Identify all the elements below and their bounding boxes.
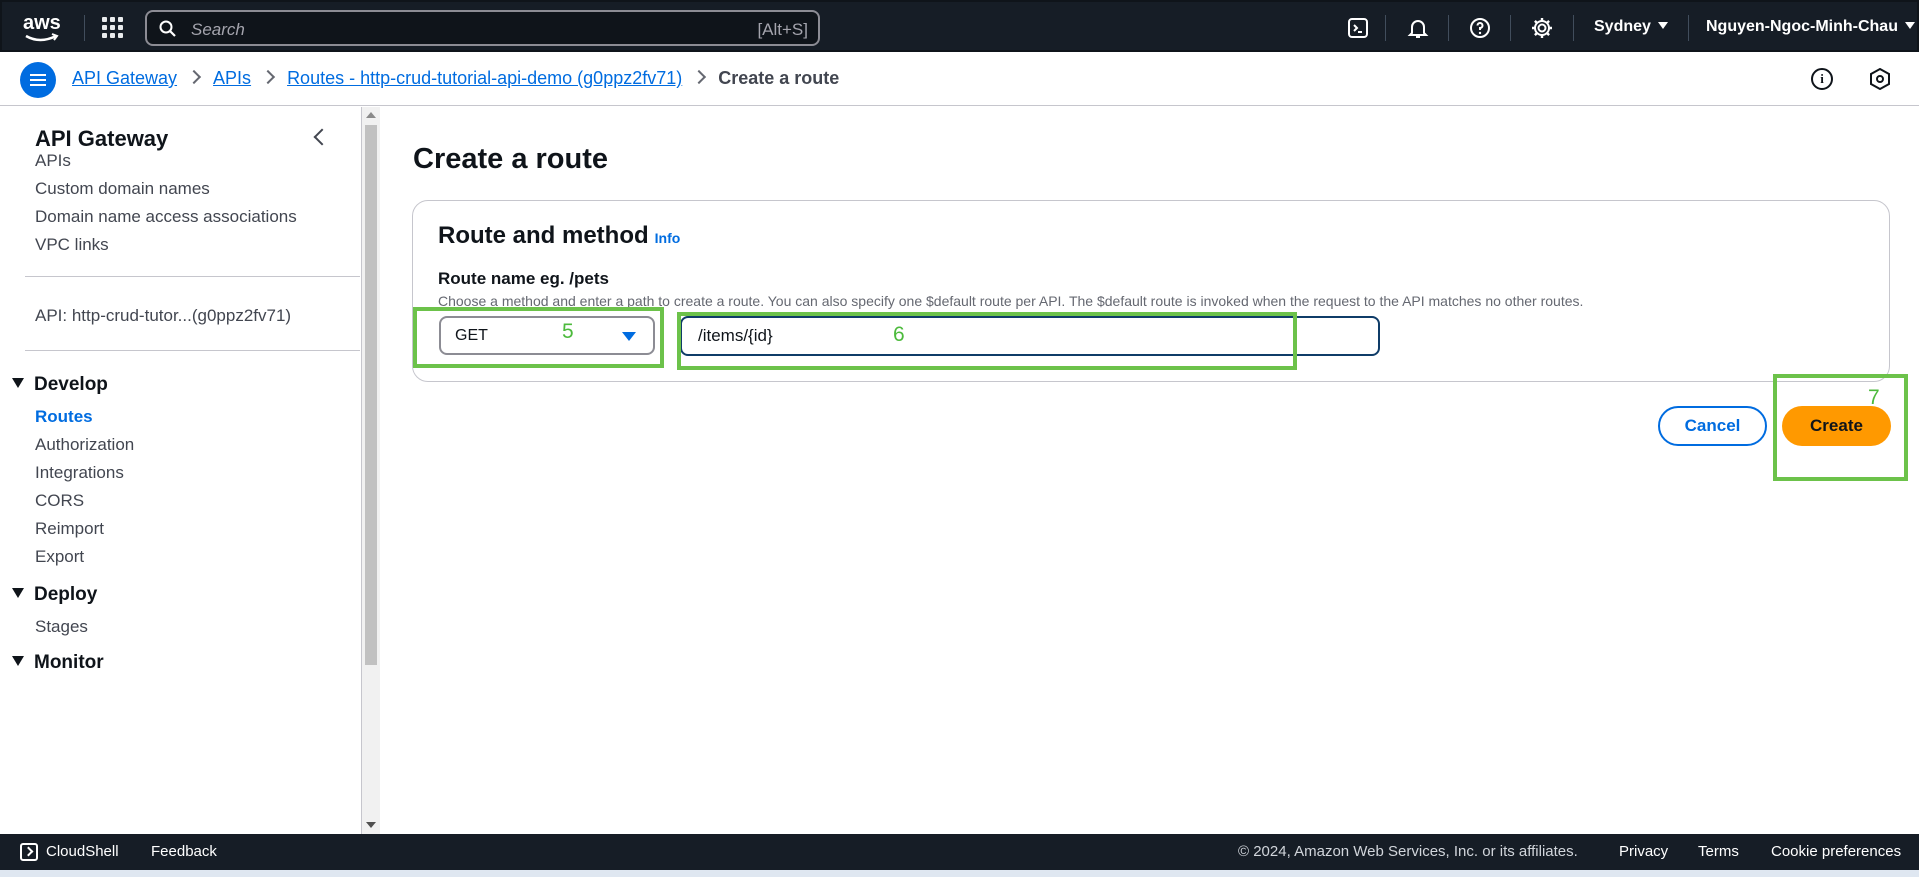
breadcrumb-routes[interactable]: Routes - http-crud-tutorial-api-demo (g0… [287, 68, 682, 88]
sidebar-item-authorization[interactable]: Authorization [35, 435, 134, 455]
annotation-number-6: 6 [893, 323, 905, 346]
services-grid-icon[interactable] [102, 17, 124, 39]
breadcrumb: API Gateway APIs Routes - http-crud-tutori… [72, 68, 839, 89]
sidebar-item-reimport[interactable]: Reimport [35, 519, 104, 539]
search-icon [159, 20, 176, 37]
chevron-right-icon [186, 69, 202, 85]
topbar-divider [84, 15, 85, 41]
sidebar-title: API Gateway [35, 126, 169, 151]
card-title: Route and method Info [438, 222, 680, 250]
scroll-down-arrow-icon[interactable] [366, 822, 376, 828]
caret-down-icon [12, 378, 24, 388]
terms-link[interactable]: Terms [1698, 843, 1739, 860]
sidebar-divider [25, 276, 360, 277]
annotation-box-6 [677, 312, 1297, 370]
feedback-link[interactable]: Feedback [151, 843, 217, 860]
caret-down-icon [12, 656, 24, 666]
cloudshell-link[interactable]: CloudShell [46, 843, 119, 860]
region-label: Sydney [1594, 18, 1651, 35]
footer-bar: CloudShell Feedback © 2024, Amazon Web S… [0, 834, 1919, 870]
chevron-down-icon [1657, 22, 1668, 29]
breadcrumb-bar: API Gateway APIs Routes - http-crud-tutori… [0, 52, 1919, 106]
route-name-label: Route name eg. /pets [438, 269, 609, 288]
chevron-right-icon [260, 69, 276, 85]
cookie-preferences-link[interactable]: Cookie preferences [1771, 843, 1901, 860]
bell-icon[interactable] [1406, 16, 1430, 40]
sidebar-section-develop[interactable]: Develop [12, 374, 108, 396]
bottom-strip [0, 870, 1919, 877]
cloudshell-icon[interactable] [1346, 16, 1370, 40]
top-navigation-bar: aws Search [Alt+S] Sydney Nguyen-Ngoc-Mi… [0, 0, 1919, 52]
search-shortcut: [Alt+S] [757, 20, 808, 39]
gear-icon[interactable] [1530, 16, 1554, 40]
account-name: Nguyen-Ngoc-Minh-Chau [1706, 18, 1898, 35]
breadcrumb-apis[interactable]: APIs [213, 68, 251, 88]
annotation-number-5: 5 [562, 320, 574, 343]
sidebar-item-api[interactable]: API: http-crud-tutor...(g0ppz2fv71) [35, 306, 291, 326]
sidebar-section-deploy[interactable]: Deploy [12, 584, 97, 606]
info-link[interactable]: Info [655, 230, 681, 246]
copyright-text: © 2024, Amazon Web Services, Inc. or its… [1238, 843, 1578, 860]
menu-button[interactable] [20, 62, 56, 98]
sidebar-item-export[interactable]: Export [35, 547, 84, 567]
cloudshell-icon[interactable] [20, 843, 38, 861]
page-title: Create a route [413, 143, 609, 175]
sidebar-item-integrations[interactable]: Integrations [35, 463, 124, 483]
scroll-up-arrow-icon[interactable] [366, 112, 376, 118]
search-box[interactable]: Search [Alt+S] [145, 10, 820, 46]
sidebar-item-vpc-links[interactable]: VPC links [35, 235, 109, 255]
breadcrumb-api-gateway[interactable]: API Gateway [72, 68, 177, 88]
sidebar-item-apis[interactable]: APIs [35, 151, 71, 171]
help-icon[interactable] [1468, 16, 1492, 40]
privacy-link[interactable]: Privacy [1619, 843, 1668, 860]
cancel-button[interactable]: Cancel [1658, 406, 1767, 446]
topbar-divider [1573, 15, 1574, 41]
sidebar-section-monitor[interactable]: Monitor [12, 652, 104, 674]
caret-down-icon [12, 588, 24, 598]
topbar-divider [1688, 15, 1689, 41]
search-placeholder: Search [191, 20, 245, 39]
aws-logo[interactable]: aws [20, 12, 66, 44]
region-selector[interactable]: Sydney [1594, 18, 1668, 36]
annotation-box-7 [1773, 374, 1908, 481]
chevron-down-icon [1904, 22, 1915, 29]
sidebar-divider [25, 350, 360, 351]
sidebar-scrollbar[interactable] [362, 107, 380, 834]
card-title-text: Route and method [438, 222, 649, 249]
chevron-right-icon [692, 69, 707, 85]
sidebar-item-routes[interactable]: Routes [35, 407, 93, 427]
sidebar-item-domain-name-access-associations[interactable]: Domain name access associations [35, 207, 297, 227]
sidebar-item-cors[interactable]: CORS [35, 491, 84, 511]
deploy-label: Deploy [34, 584, 98, 605]
scroll-thumb[interactable] [365, 125, 377, 665]
settings-hexagon-icon[interactable] [1869, 68, 1891, 90]
collapse-sidebar-icon[interactable] [313, 128, 331, 146]
breadcrumb-current: Create a route [718, 68, 840, 88]
monitor-label: Monitor [34, 652, 104, 673]
sidebar-item-stages[interactable]: Stages [35, 617, 88, 637]
side-navigation: API Gateway APIs Custom domain names Dom… [0, 107, 362, 834]
sidebar-item-custom-domain-names[interactable]: Custom domain names [35, 179, 210, 199]
account-menu[interactable]: Nguyen-Ngoc-Minh-Chau [1706, 18, 1915, 36]
annotation-number-7: 7 [1868, 386, 1880, 409]
info-icon[interactable]: i [1811, 68, 1833, 90]
annotation-box-5 [413, 307, 664, 368]
develop-label: Develop [34, 374, 108, 395]
topbar-divider [1510, 15, 1511, 41]
topbar-divider [1385, 15, 1386, 41]
topbar-divider [1448, 15, 1449, 41]
